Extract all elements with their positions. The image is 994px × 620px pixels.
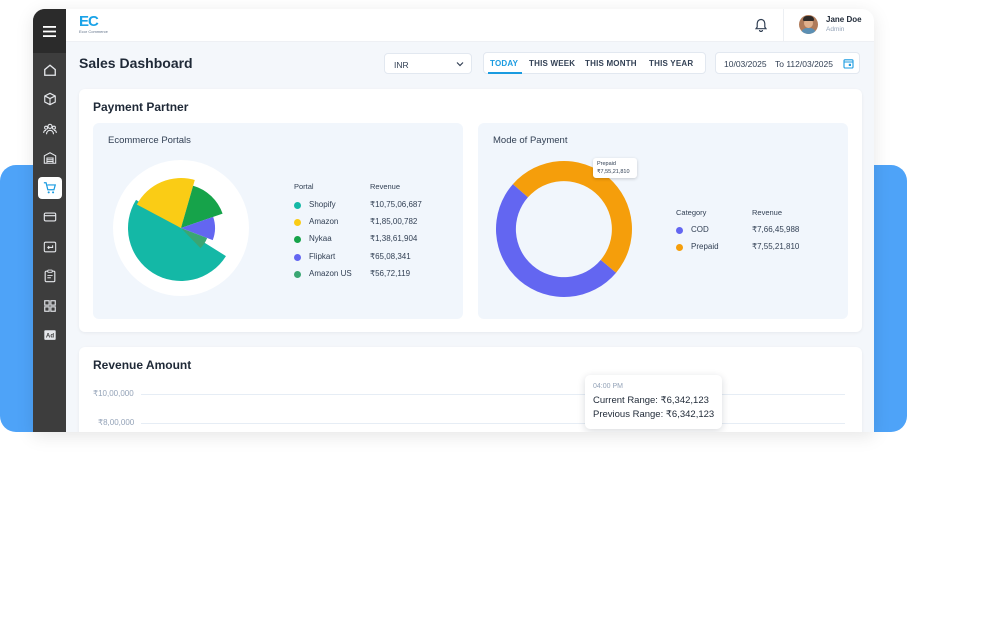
- legend-value: ₹7,66,45,988: [752, 225, 800, 234]
- y-tick-label: ₹10,00,000: [93, 389, 134, 398]
- date-range-tabs: TODAY THIS WEEK THIS MONTH THIS YEAR: [483, 52, 706, 74]
- home-icon: [43, 64, 56, 76]
- currency-select-value: INR: [394, 60, 409, 70]
- sidebar-item-warehouse[interactable]: [33, 144, 66, 174]
- tab-this-year[interactable]: THIS YEAR: [649, 59, 693, 68]
- users-icon: [42, 123, 57, 135]
- legend-label: Prepaid: [691, 242, 719, 251]
- legend-label: Shopify: [309, 200, 336, 209]
- donut-tooltip-label: Prepaid: [597, 161, 616, 167]
- legend-label: Amazon: [309, 217, 339, 227]
- tab-today[interactable]: TODAY: [490, 59, 518, 68]
- tab-this-week[interactable]: THIS WEEK: [529, 59, 575, 68]
- logo-subtitle: Ecor Commerce: [79, 29, 108, 34]
- ecommerce-portals-panel: Ecommerce Portals Portal Revenue Shopify…: [93, 123, 463, 319]
- tooltip-previous-range: Previous Range: ₹6,342,123: [593, 409, 715, 420]
- sidebar-item-returns[interactable]: [33, 232, 66, 262]
- avatar[interactable]: [799, 15, 818, 34]
- hamburger-icon: [43, 25, 56, 37]
- sidebar-item-apps[interactable]: [33, 291, 66, 321]
- legend-value: ₹56,72,119: [370, 268, 411, 278]
- donut-tooltip-value: ₹7,55,21,810: [597, 169, 630, 175]
- warehouse-icon: [43, 152, 56, 165]
- legend-header-portal: Portal: [294, 182, 314, 191]
- svg-text:Ad: Ad: [45, 333, 53, 340]
- sidebar-item-products[interactable]: [33, 85, 66, 115]
- revenue-tooltip: 04:00 PM Current Range: ₹6,342,123 Previ…: [585, 375, 722, 429]
- calendar-icon[interactable]: [843, 58, 854, 69]
- return-icon: [43, 241, 56, 253]
- page-title: Sales Dashboard: [79, 55, 193, 71]
- tab-this-month[interactable]: THIS MONTH: [585, 59, 637, 68]
- payment-mode-donut-chart: [495, 161, 632, 298]
- menu-button[interactable]: [33, 9, 66, 53]
- y-tick-label: ₹8,00,000: [98, 418, 135, 427]
- sidebar-item-payments[interactable]: [33, 203, 66, 233]
- gridline: [141, 394, 845, 395]
- sidebar-item-home[interactable]: [33, 55, 66, 85]
- sidebar: Ad: [33, 9, 66, 432]
- payment-partner-title: Payment Partner: [93, 100, 189, 114]
- revenue-amount-card: Revenue Amount ₹10,00,000 ₹8,00,000 04:0…: [79, 347, 862, 432]
- legend-dot: [294, 202, 301, 209]
- dashboard-window: Ad EC Ecor Commerce Jane Doe Admin ⋮ Sal…: [33, 9, 874, 432]
- legend-value: ₹10,75,06,687: [370, 200, 422, 209]
- sidebar-item-reports[interactable]: [33, 262, 66, 292]
- legend-label: Nykaa: [309, 234, 332, 244]
- date-to: To 112/03/2025: [775, 59, 833, 69]
- user-role: Admin: [826, 26, 845, 33]
- ad-icon: Ad: [43, 330, 56, 341]
- donut-slice-cod[interactable]: [495, 184, 617, 298]
- currency-select[interactable]: INR: [384, 53, 472, 74]
- gridline: [141, 423, 845, 424]
- top-bar: EC Ecor Commerce Jane Doe Admin ⋮: [66, 9, 874, 42]
- clipboard-icon: [44, 269, 55, 283]
- topbar-divider: [783, 9, 784, 41]
- sidebar-item-ads[interactable]: Ad: [33, 321, 66, 351]
- legend-dot: [676, 244, 683, 251]
- mode-of-payment-panel: Mode of Payment Prepaid ₹7,55,21,810 Cat…: [478, 123, 848, 319]
- revenue-amount-title: Revenue Amount: [93, 358, 192, 372]
- cart-icon: [43, 181, 56, 194]
- legend-label: Flipkart: [309, 251, 336, 261]
- legend-label: COD: [691, 225, 709, 234]
- legend-header-revenue: Revenue: [370, 182, 401, 191]
- payment-partner-card: Payment Partner Ecommerce Portals Portal…: [79, 89, 862, 332]
- tooltip-current-range: Current Range: ₹6,342,123: [593, 395, 709, 406]
- legend-dot: [294, 253, 301, 261]
- legend-dot: [294, 270, 301, 278]
- sidebar-item-customers[interactable]: [33, 114, 66, 144]
- legend-value: ₹1,85,00,782: [370, 217, 418, 227]
- logo-mark: EC: [79, 13, 99, 30]
- brand-logo[interactable]: EC Ecor Commerce: [79, 13, 108, 34]
- credit-card-icon: [43, 212, 56, 222]
- date-from: 10/03/2025: [724, 59, 767, 69]
- user-name: Jane Doe: [826, 15, 862, 24]
- legend-dot: [676, 227, 683, 234]
- bell-icon[interactable]: [755, 18, 767, 32]
- date-range-picker[interactable]: 10/03/2025 To 112/03/2025: [715, 52, 860, 74]
- donut-tooltip: Prepaid ₹7,55,21,810: [593, 158, 637, 178]
- box-icon: [43, 92, 56, 106]
- legend-value: ₹65,08,341: [370, 251, 411, 261]
- sidebar-item-orders[interactable]: [33, 173, 66, 203]
- active-tab-indicator: [488, 72, 522, 74]
- grid-icon: [43, 299, 56, 312]
- tooltip-time: 04:00 PM: [593, 383, 623, 390]
- chevron-down-icon: [456, 62, 464, 67]
- legend-header-revenue: Revenue: [752, 208, 783, 217]
- legend-value: ₹1,38,61,904: [370, 234, 418, 244]
- legend-header-category: Category: [676, 208, 707, 217]
- legend-label: Amazon US: [309, 268, 352, 278]
- legend-value: ₹7,55,21,810: [752, 242, 800, 251]
